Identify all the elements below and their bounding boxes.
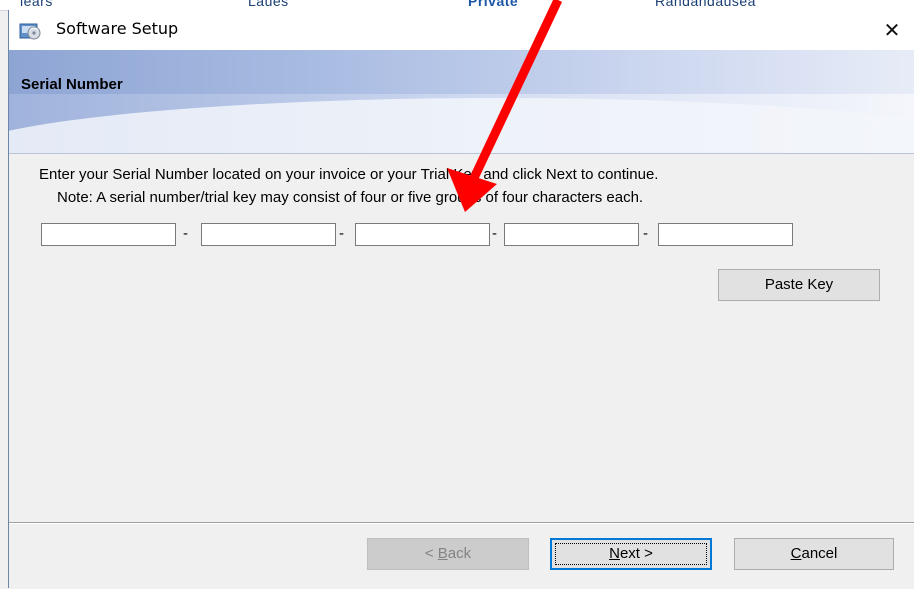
serial-key-field-1[interactable] [41,223,176,246]
banner-gradient [9,50,914,94]
key-separator: - [643,225,648,242]
instruction-text: Enter your Serial Number located on your… [39,166,659,183]
serial-key-field-3[interactable] [355,223,490,246]
banner-wave [9,98,914,153]
serial-key-field-4[interactable] [504,223,639,246]
paste-key-label: Paste Key [764,276,834,293]
title-bar[interactable]: Software Setup ✕ [9,10,914,50]
note-text: Note: A serial number/trial key may cons… [57,189,644,206]
setup-disc-icon [19,20,43,40]
focus-rectangle [555,543,707,565]
key-separator: - [339,225,344,242]
header-banner: Serial Number [9,50,914,154]
cancel-button[interactable]: Cancel [734,538,894,570]
back-button[interactable]: < Back [367,538,529,570]
setup-dialog: Software Setup ✕ Serial Number Enter you… [8,10,914,588]
serial-key-field-2[interactable] [201,223,336,246]
key-separator: - [183,225,188,242]
cancel-label: ancel [801,545,838,562]
page-title: Serial Number [21,76,123,93]
key-separator: - [492,225,497,242]
serial-key-field-5[interactable] [658,223,793,246]
footer-bar: < Back Next > Cancel [9,522,914,589]
window-title: Software Setup [56,19,179,38]
background-text: Private [468,0,519,9]
paste-key-button[interactable]: Paste Key [718,269,880,301]
background-text: Laues [248,0,289,9]
background-text: lears [20,0,53,9]
cancel-accelerator: C [790,545,802,562]
back-accelerator: B [437,545,448,562]
close-icon: ✕ [883,18,901,42]
back-prefix: < [424,545,438,562]
background-text: Randandausea [655,0,756,9]
close-button[interactable]: ✕ [869,10,914,50]
content-area: Enter your Serial Number located on your… [9,154,914,534]
next-button[interactable]: Next > [550,538,712,570]
back-label: ack [447,545,472,562]
